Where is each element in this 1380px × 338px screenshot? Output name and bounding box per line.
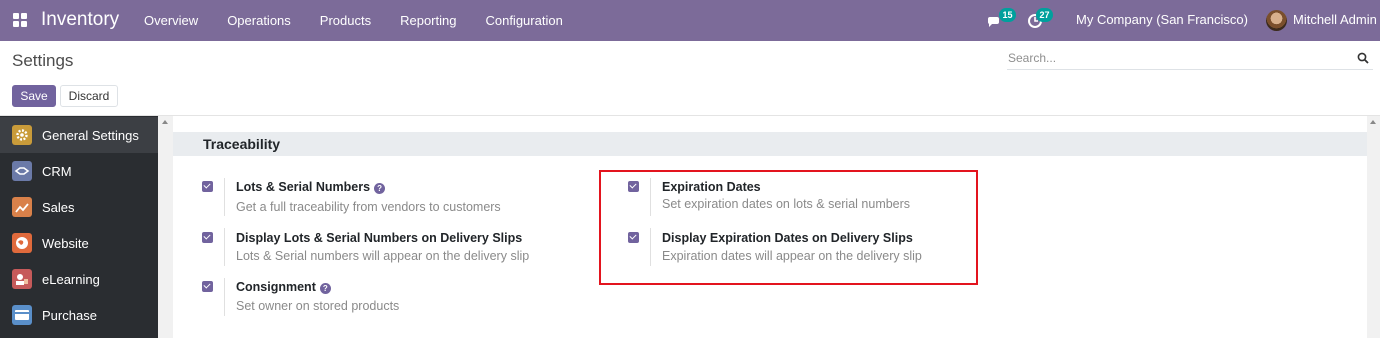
menu-operations[interactable]: Operations — [215, 0, 303, 41]
setting-label-lots-serial: Lots & Serial Numbers? — [236, 180, 386, 194]
user-avatar[interactable] — [1266, 10, 1287, 31]
menu-reporting[interactable]: Reporting — [388, 0, 468, 41]
apps-menu-icon[interactable] — [13, 13, 27, 27]
activities-badge: 27 — [1036, 8, 1053, 22]
sidebar-item-label: Website — [42, 235, 89, 251]
search-icon[interactable] — [1357, 52, 1369, 64]
display-lots-delivery-checkbox[interactable] — [202, 232, 213, 243]
help-icon[interactable]: ? — [319, 283, 331, 294]
top-navbar: Inventory Overview Operations Products R… — [0, 0, 1380, 41]
scroll-up-arrow-icon[interactable] — [1370, 120, 1376, 124]
sidebar-item-crm[interactable]: CRM — [0, 153, 158, 189]
search-box — [1007, 48, 1373, 70]
sidebar-item-sales[interactable]: Sales — [0, 189, 158, 225]
user-menu[interactable]: Mitchell Admin — [1293, 12, 1377, 27]
consignment-checkbox[interactable] — [202, 281, 213, 292]
messages-badge: 15 — [999, 8, 1016, 22]
page-title: Settings — [12, 51, 74, 70]
sidebar-item-label: Purchase — [42, 307, 97, 323]
sidebar-item-elearning[interactable]: eLearning — [0, 261, 158, 297]
setting-desc-display-lots: Lots & Serial numbers will appear on the… — [236, 249, 530, 263]
sidebar-item-website[interactable]: Website — [0, 225, 158, 261]
divider — [224, 228, 225, 266]
setting-label-consignment: Consignment? — [236, 280, 331, 294]
setting-desc-lots-serial: Get a full traceability from vendors to … — [236, 200, 501, 214]
save-button[interactable]: Save — [12, 85, 56, 107]
sidebar-item-label: Sales — [42, 199, 75, 215]
scroll-up-arrow-icon[interactable] — [162, 120, 168, 124]
main-menu: Overview Operations Products Reporting C… — [132, 0, 580, 41]
setting-label-display-lots: Display Lots & Serial Numbers on Deliver… — [236, 231, 523, 245]
globe-icon — [12, 233, 32, 253]
main-scrollbar[interactable] — [1367, 116, 1380, 338]
setting-desc-consignment: Set owner on stored products — [236, 299, 400, 313]
menu-configuration[interactable]: Configuration — [473, 0, 574, 41]
sidebar-scrollbar[interactable] — [158, 116, 173, 338]
menu-overview[interactable]: Overview — [132, 0, 210, 41]
settings-sidebar: General Settings CRM Sales Website eLear… — [0, 116, 158, 338]
gear-icon — [12, 125, 32, 145]
chart-icon — [12, 197, 32, 217]
credit-card-icon — [12, 305, 32, 325]
sidebar-item-purchase[interactable]: Purchase — [0, 297, 158, 333]
sidebar-item-general-settings[interactable]: General Settings — [0, 117, 158, 153]
section-title: Traceability — [203, 136, 281, 152]
company-switcher[interactable]: My Company (San Francisco) — [1076, 12, 1248, 27]
divider — [224, 278, 225, 316]
highlight-annotation-box — [599, 170, 978, 285]
app-name[interactable]: Inventory — [41, 9, 119, 31]
sidebar-item-label: CRM — [42, 163, 72, 179]
sidebar-item-label: General Settings — [42, 127, 139, 143]
handshake-icon — [12, 161, 32, 181]
menu-products[interactable]: Products — [308, 0, 383, 41]
divider — [224, 178, 225, 216]
search-input[interactable] — [1007, 48, 1337, 68]
discard-button[interactable]: Discard — [60, 85, 118, 107]
lots-serial-checkbox[interactable] — [202, 181, 213, 192]
divider — [0, 115, 1380, 116]
sidebar-item-label: eLearning — [42, 271, 100, 287]
help-icon[interactable]: ? — [374, 183, 386, 194]
elearning-icon — [12, 269, 32, 289]
section-header: Traceability — [173, 132, 1367, 156]
